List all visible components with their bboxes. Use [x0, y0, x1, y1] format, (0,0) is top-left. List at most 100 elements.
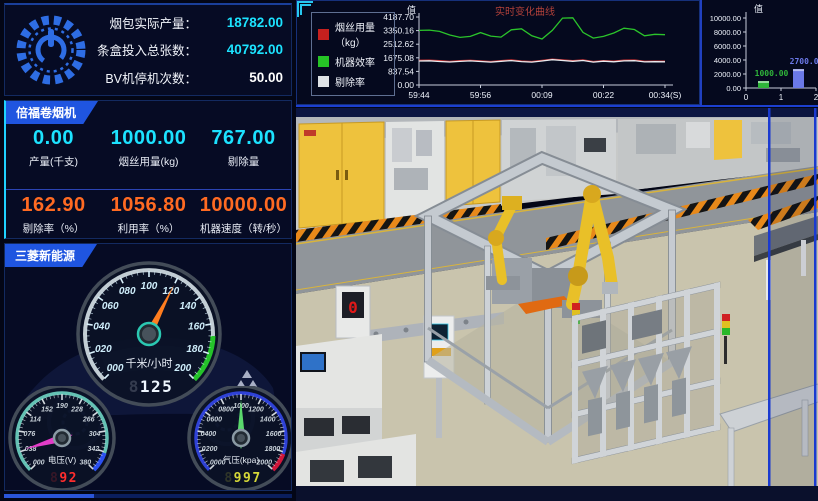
charts-band: 烟丝用量（kg） 机器效率 剔除率 值 实时变化曲线 0.00837.54167… [296, 0, 818, 107]
stat-value: 50.00 [197, 70, 283, 85]
pressure-gauge: 0000020004000600080010001200140016001800… [184, 386, 292, 491]
factory-scene-render: 0 [296, 108, 818, 501]
svg-text:100: 100 [141, 281, 158, 292]
beifu-panel-title: 倍福卷烟机 [6, 101, 98, 124]
svg-text:140: 140 [179, 301, 196, 312]
bar-chart-plot: 0.00 2000.00 4000.00 6000.00 8000.00 10000.00… [702, 0, 818, 103]
svg-text:0800: 0800 [218, 407, 234, 414]
chart-legend: 烟丝用量（kg） 机器效率 剔除率 [311, 12, 395, 96]
svg-text:4000.00: 4000.00 [714, 56, 741, 65]
svg-text:076: 076 [24, 431, 36, 438]
legend-item-efficiency: 机器效率 [318, 54, 388, 69]
beifu-cell-output: 0.00 产量(千支) [6, 127, 101, 183]
svg-text:0.00: 0.00 [726, 84, 741, 93]
beifu-cell-utilization: 1056.80 利用率（%） [101, 194, 196, 242]
svg-text:8125: 8125 [129, 377, 174, 396]
beifu-row-1: 0.00 产量(千支) 1000.00 烟丝用量(kg) 767.00 剔除量 [6, 127, 291, 183]
svg-text:1200: 1200 [248, 407, 264, 414]
metric-value: 0.00 [6, 127, 101, 150]
legend-swatch-green [318, 56, 329, 67]
svg-text:190: 190 [56, 403, 68, 410]
metric-value: 1056.80 [101, 194, 196, 217]
svg-text:6000.00: 6000.00 [714, 42, 741, 51]
metric-value: 10000.00 [196, 194, 291, 217]
svg-text:228: 228 [70, 407, 83, 414]
beifu-cell-reject-rate: 162.90 剔除率（%） [6, 194, 101, 242]
metric-label: 机器速度（转/秒） [196, 221, 291, 236]
stat-row-pack-output: 烟包实际产量： 18782.00 [97, 13, 283, 32]
svg-text:00:09: 00:09 [531, 90, 553, 100]
svg-text:080: 080 [119, 286, 136, 297]
bar-chart-panel: 值 0.00 2000.00 4000.00 6000.00 8000.00 10000.… [700, 0, 818, 105]
mitsubishi-panel-title: 三菱新能源 [5, 244, 97, 267]
legend-label: 机器效率 [335, 54, 375, 69]
svg-text:152: 152 [41, 407, 53, 414]
metric-label: 利用率（%） [101, 221, 196, 236]
stat-value: 18782.00 [197, 15, 283, 30]
svg-text:00:34(S): 00:34(S) [649, 90, 682, 100]
svg-text:266: 266 [82, 417, 95, 424]
svg-text:040: 040 [93, 322, 110, 333]
production-stats-panel: 烟包实际产量： 18782.00 条盒投入总张数： 40792.00 BV机停机… [4, 3, 292, 96]
stat-label: 条盒投入总张数： [97, 40, 197, 59]
svg-text:000: 000 [107, 363, 124, 374]
metric-label: 剔除量 [196, 154, 291, 169]
svg-text:0600: 0600 [207, 417, 223, 424]
svg-text:000: 000 [33, 459, 45, 466]
beifu-machine-panel: 倍福卷烟机 0.00 产量(千支) 1000.00 烟丝用量(kg) 767.0… [4, 100, 292, 239]
stat-row-bv-stops: BV机停机次数： 50.00 [97, 68, 283, 87]
svg-text:200: 200 [174, 363, 192, 374]
factory-power-logo-icon [11, 10, 91, 90]
legend-swatch-white [318, 76, 329, 87]
line-chart-title: 实时变化曲线 [495, 3, 555, 18]
svg-text:00:22: 00:22 [593, 90, 615, 100]
logo-wrap [5, 10, 97, 90]
legend-swatch-red [318, 29, 329, 40]
svg-text:0.00: 0.00 [397, 80, 414, 90]
svg-text:304: 304 [89, 431, 101, 438]
svg-text:2000.00: 2000.00 [714, 70, 741, 79]
svg-text:160: 160 [188, 322, 205, 333]
beifu-cell-tobacco: 1000.00 烟丝用量(kg) [101, 127, 196, 183]
svg-text:2700.00: 2700.00 [790, 57, 818, 66]
svg-text:342: 342 [88, 446, 100, 453]
factory-3d-viewport[interactable]: 0 [296, 108, 818, 501]
metric-value: 162.90 [6, 194, 101, 217]
svg-text:10000.00: 10000.00 [710, 14, 741, 23]
svg-text:8000.00: 8000.00 [714, 28, 741, 37]
svg-text:060: 060 [102, 301, 119, 312]
svg-text:1800: 1800 [265, 446, 281, 453]
svg-text:180: 180 [186, 344, 203, 355]
legend-label: 剔除率 [335, 74, 365, 89]
legend-label: 烟丝用量（kg） [335, 19, 388, 49]
svg-text:0200: 0200 [202, 446, 218, 453]
svg-text:59:44: 59:44 [408, 90, 430, 100]
svg-text:1600: 1600 [266, 431, 282, 438]
legend-item-reject: 剔除率 [318, 74, 388, 89]
stat-label: 烟包实际产量： [97, 13, 197, 32]
beifu-row-2: 162.90 剔除率（%） 1056.80 利用率（%） 10000.00 机器… [6, 189, 291, 242]
metric-label: 烟丝用量(kg) [101, 154, 196, 169]
svg-text:0: 0 [744, 93, 749, 102]
bottom-scrollbar-strip[interactable] [4, 494, 292, 498]
metric-value: 767.00 [196, 127, 291, 150]
svg-text:59:56: 59:56 [470, 90, 492, 100]
stat-value: 40792.00 [197, 42, 283, 57]
legend-item-tobacco: 烟丝用量（kg） [318, 19, 388, 49]
bar-chart-ylabel: 值 [754, 2, 763, 15]
svg-text:气压(kpa): 气压(kpa) [223, 455, 260, 465]
metric-label: 产量(千支) [6, 154, 101, 169]
counter-display: 0 [348, 298, 358, 317]
svg-text:0400: 0400 [201, 431, 217, 438]
stats-rows: 烟包实际产量： 18782.00 条盒投入总张数： 40792.00 BV机停机… [97, 9, 291, 91]
svg-text:电压(V): 电压(V) [48, 455, 77, 465]
svg-text:千米/小时: 千米/小时 [125, 357, 172, 370]
svg-text:1000.00: 1000.00 [755, 69, 789, 78]
stat-row-carton-input: 条盒投入总张数： 40792.00 [97, 40, 283, 59]
svg-text:2: 2 [814, 93, 818, 102]
corner-bracket-icon [300, 4, 311, 15]
metric-label: 剔除率（%） [6, 221, 101, 236]
svg-text:8997: 8997 [224, 471, 261, 486]
stat-label: BV机停机次数： [97, 68, 197, 87]
mitsubishi-gauges-panel: 三菱新能源 000020040060080100120140160180200千… [4, 243, 292, 491]
